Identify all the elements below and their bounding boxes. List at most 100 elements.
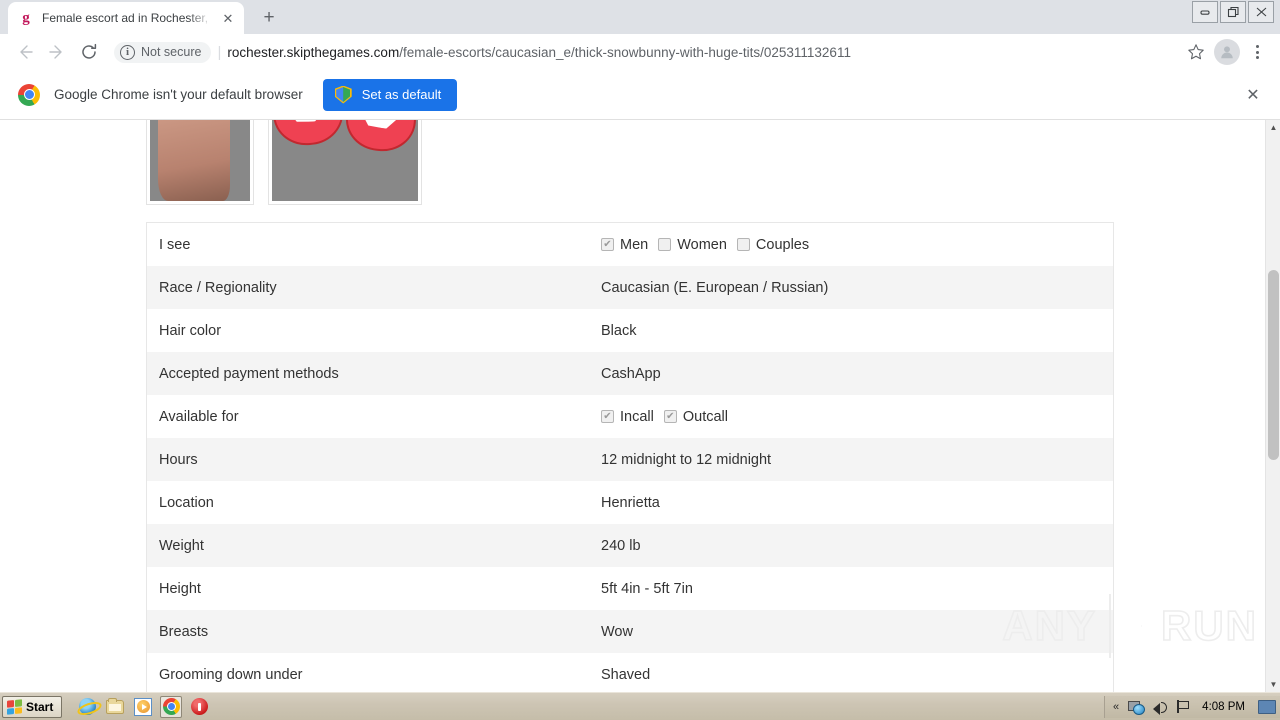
table-row: Breasts Wow bbox=[147, 610, 1113, 653]
checkbox-item[interactable]: Women bbox=[658, 237, 727, 253]
folder-icon bbox=[106, 697, 125, 714]
menu-dot bbox=[1255, 50, 1259, 54]
quick-launch-bar bbox=[76, 695, 210, 718]
chrome-logo-icon bbox=[18, 83, 40, 106]
flag-icon[interactable] bbox=[1176, 700, 1190, 713]
taskbar-chrome-button[interactable] bbox=[160, 695, 183, 718]
table-row: Available for Incall Outcall bbox=[147, 395, 1113, 438]
flag-quadrant bbox=[15, 698, 22, 706]
browser-toolbar: i Not secure | rochester.skipthegames.co… bbox=[0, 34, 1280, 70]
photo-thumbnail-2[interactable] bbox=[268, 120, 422, 205]
windows-flag-icon bbox=[7, 698, 22, 715]
menu-dot bbox=[1255, 56, 1259, 59]
browser-tab-strip: g Female escort ad in Rochester, New ✕ + bbox=[0, 0, 1280, 34]
back-button[interactable] bbox=[10, 37, 40, 67]
taskbar-folder-button[interactable] bbox=[104, 696, 126, 718]
photo-thumbnail-1[interactable] bbox=[146, 120, 254, 205]
default-browser-infobar: Google Chrome isn't your default browser… bbox=[0, 70, 1280, 120]
table-row: I see Men Women Couples bbox=[147, 223, 1113, 266]
network-icon[interactable] bbox=[1128, 700, 1146, 715]
detail-value: CashApp bbox=[601, 365, 661, 382]
flag-quadrant bbox=[7, 707, 14, 715]
record-stop-icon bbox=[190, 698, 208, 715]
forward-button[interactable] bbox=[42, 37, 72, 67]
detail-value: 5ft 4in - 5ft 7in bbox=[601, 580, 693, 597]
set-as-default-button[interactable]: Set as default bbox=[322, 78, 458, 111]
detail-value: 240 lb bbox=[601, 537, 641, 554]
lips-inner-right bbox=[360, 120, 403, 130]
checkbox-item[interactable]: Couples bbox=[736, 236, 810, 253]
checkbox-checked-icon[interactable] bbox=[601, 238, 614, 251]
checkbox-checked-icon[interactable] bbox=[663, 410, 677, 423]
scrollbar-thumb[interactable] bbox=[1268, 270, 1279, 460]
table-row: Grooming down under Shaved bbox=[147, 653, 1113, 692]
star-icon bbox=[1188, 44, 1204, 60]
scroll-up-arrow-icon[interactable]: ▲ bbox=[1266, 120, 1280, 135]
tab-favicon-icon: g bbox=[22, 9, 30, 26]
clock[interactable]: 4:08 PM bbox=[1198, 701, 1249, 713]
checkbox-group: Incall Outcall bbox=[601, 409, 738, 425]
bookmark-star-icon[interactable] bbox=[1182, 38, 1210, 66]
close-window-button[interactable] bbox=[1248, 1, 1274, 23]
page-scrollbar[interactable]: ▲ ▼ bbox=[1265, 120, 1280, 692]
back-arrow-icon bbox=[20, 45, 33, 59]
scroll-down-arrow-icon[interactable]: ▼ bbox=[1266, 677, 1280, 692]
toolbar-right-actions bbox=[1182, 38, 1270, 66]
show-desktop-icon[interactable] bbox=[1258, 699, 1276, 714]
checkbox-label: Women bbox=[677, 236, 727, 253]
checkbox-item[interactable]: Outcall bbox=[663, 408, 728, 425]
checkbox-checked-icon[interactable] bbox=[601, 410, 614, 423]
checkbox-label: Men bbox=[620, 236, 649, 253]
checkbox-item[interactable]: Incall bbox=[601, 409, 654, 425]
escort-photo-lips-censored bbox=[272, 120, 418, 201]
tray-expand-icon[interactable]: « bbox=[1113, 701, 1119, 713]
chrome-icon bbox=[162, 698, 180, 715]
table-row: Location Henrietta bbox=[147, 481, 1113, 524]
media-player-icon bbox=[134, 697, 153, 716]
checkbox-item[interactable]: Men bbox=[601, 237, 648, 253]
url-text: rochester.skipthegames.com/female-escort… bbox=[227, 45, 851, 60]
flag-quadrant bbox=[15, 706, 22, 714]
detail-label: Weight bbox=[159, 537, 204, 554]
taskbar-record-button[interactable] bbox=[188, 696, 210, 718]
chrome-menu-button[interactable] bbox=[1244, 38, 1270, 66]
lips-overlay-left bbox=[272, 120, 347, 149]
detail-label: Grooming down under bbox=[159, 666, 303, 683]
start-button[interactable]: Start bbox=[2, 695, 63, 718]
detail-value: Black bbox=[601, 322, 637, 339]
url-host: rochester.skipthegames.com bbox=[227, 44, 400, 60]
checkbox-label: Couples bbox=[755, 236, 810, 253]
minimize-button[interactable] bbox=[1192, 1, 1218, 23]
address-bar[interactable]: i Not secure | rochester.skipthegames.co… bbox=[114, 38, 1174, 66]
taskbar-internet-explorer-button[interactable] bbox=[76, 696, 98, 718]
volume-icon[interactable] bbox=[1153, 700, 1168, 715]
checkbox-unchecked-icon[interactable] bbox=[658, 238, 672, 251]
detail-value: Caucasian (E. European / Russian) bbox=[601, 279, 829, 296]
detail-value: 12 midnight to 12 midnight bbox=[601, 451, 772, 468]
infobar-close-icon[interactable]: ✕ bbox=[1240, 82, 1266, 108]
avatar-icon bbox=[1221, 46, 1233, 59]
profile-avatar[interactable] bbox=[1214, 39, 1240, 65]
internet-explorer-icon bbox=[78, 698, 96, 715]
menu-dot bbox=[1255, 45, 1259, 48]
browser-tab[interactable]: g Female escort ad in Rochester, New ✕ bbox=[8, 2, 244, 34]
taskbar-media-player-button[interactable] bbox=[132, 696, 154, 718]
detail-label: Hair color bbox=[159, 322, 222, 339]
reload-button[interactable] bbox=[74, 37, 104, 67]
tab-title: Female escort ad in Rochester, New bbox=[42, 11, 212, 25]
minimize-icon bbox=[1200, 10, 1210, 15]
page-viewport: I see Men Women Couples Race / Regionality Ca… bbox=[0, 120, 1280, 692]
url-path: /female-escorts/caucasian_e/thick-snowbu… bbox=[399, 44, 851, 60]
checkbox-unchecked-icon[interactable] bbox=[736, 238, 750, 251]
new-tab-button[interactable]: + bbox=[256, 4, 282, 30]
maximize-button[interactable] bbox=[1220, 1, 1246, 23]
site-security-chip[interactable]: i Not secure bbox=[114, 41, 212, 63]
tab-close-icon[interactable]: ✕ bbox=[220, 10, 236, 26]
detail-value: Wow bbox=[601, 623, 633, 640]
checkbox-label: Outcall bbox=[682, 408, 728, 425]
escort-photo-legs bbox=[150, 120, 250, 201]
screen: g Female escort ad in Rochester, New ✕ + bbox=[0, 0, 1280, 720]
detail-value: Henrietta bbox=[601, 494, 660, 511]
watermark-right-text: RUN bbox=[1160, 601, 1258, 650]
window-controls bbox=[1192, 1, 1274, 23]
